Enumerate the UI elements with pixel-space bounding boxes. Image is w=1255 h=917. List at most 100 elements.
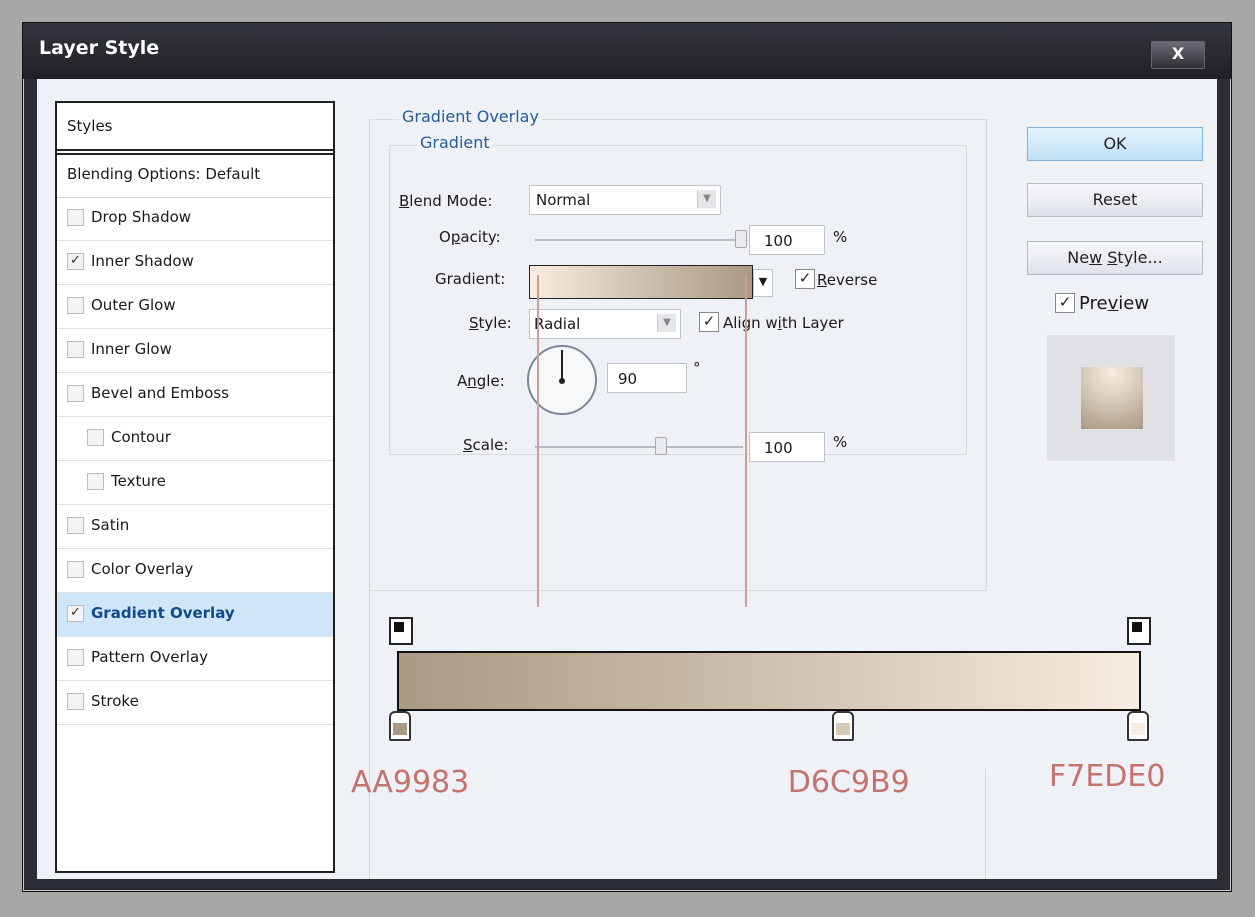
- opacity-slider[interactable]: [535, 239, 743, 241]
- style-item-texture[interactable]: Texture: [57, 461, 333, 505]
- style-item-checkbox[interactable]: [67, 561, 84, 578]
- blending-options-item[interactable]: Blending Options: Default: [57, 153, 333, 198]
- style-item-checkbox[interactable]: [67, 693, 84, 710]
- preview-label: Preview: [1079, 293, 1150, 314]
- color-stop[interactable]: [389, 711, 411, 741]
- gradient-overlay-title: Gradient Overlay: [399, 107, 542, 126]
- reset-button[interactable]: Reset: [1027, 183, 1203, 217]
- color-stop-hex-label: F7EDE0: [1049, 759, 1166, 794]
- opacity-slider-thumb[interactable]: [735, 230, 747, 248]
- annotation-guide-left: [537, 275, 539, 607]
- preview-thumbnail: [1047, 335, 1175, 461]
- style-item-label: Color Overlay: [91, 560, 194, 578]
- style-item-checkbox[interactable]: ✓: [67, 253, 84, 270]
- style-item-label: Outer Glow: [91, 296, 176, 314]
- chevron-down-icon: ▼: [697, 190, 716, 208]
- style-item-label: Bevel and Emboss: [91, 384, 229, 402]
- style-item-checkbox[interactable]: [67, 341, 84, 358]
- style-item-label: Pattern Overlay: [91, 648, 209, 666]
- color-stop-swatch: [1131, 723, 1145, 735]
- style-item-checkbox[interactable]: [87, 429, 104, 446]
- style-label: Style:: [469, 314, 512, 332]
- style-item-checkbox[interactable]: [87, 473, 104, 490]
- opacity-stop-left[interactable]: [389, 617, 413, 645]
- title-bar[interactable]: Layer Style X: [23, 23, 1231, 79]
- opacity-stop-fill: [1132, 622, 1142, 632]
- dialog-body: Styles Blending Options: Default Drop Sh…: [37, 79, 1217, 879]
- opacity-stop-fill: [394, 622, 404, 632]
- align-with-layer-checkbox[interactable]: ✓: [699, 312, 719, 332]
- color-stop-swatch: [393, 723, 407, 735]
- dialog-title: Layer Style: [39, 37, 160, 59]
- styles-header[interactable]: Styles: [57, 103, 333, 151]
- color-stop[interactable]: [831, 711, 854, 741]
- annotation-guide-right: [745, 275, 747, 607]
- opacity-input[interactable]: 100: [749, 225, 825, 255]
- angle-input[interactable]: 90: [607, 363, 687, 393]
- opacity-stop-right[interactable]: [1127, 617, 1151, 645]
- ok-button[interactable]: OK: [1027, 127, 1203, 161]
- color-stop-hex-label: AA9983: [351, 765, 470, 800]
- style-item-label: Drop Shadow: [91, 208, 192, 226]
- style-select[interactable]: Radial ▼: [529, 309, 681, 339]
- style-item-outer-glow[interactable]: Outer Glow: [57, 285, 333, 329]
- gradient-dropdown-button[interactable]: ▼: [753, 269, 773, 297]
- scale-label: Scale:: [463, 436, 509, 454]
- style-item-checkbox[interactable]: [67, 649, 84, 666]
- style-item-bevel-and-emboss[interactable]: Bevel and Emboss: [57, 373, 333, 417]
- angle-unit: °: [693, 359, 701, 377]
- style-item-inner-shadow[interactable]: ✓ Inner Shadow: [57, 241, 333, 285]
- style-item-label: Inner Glow: [91, 340, 172, 358]
- style-item-color-overlay[interactable]: Color Overlay: [57, 549, 333, 593]
- preview-swatch: [1081, 367, 1143, 429]
- close-button[interactable]: X: [1151, 41, 1205, 69]
- color-stop-swatch: [835, 723, 850, 735]
- style-item-satin[interactable]: Satin: [57, 505, 333, 549]
- blending-options-label: Blending Options: Default: [67, 165, 261, 183]
- style-item-gradient-overlay[interactable]: ✓ Gradient Overlay: [57, 593, 333, 637]
- reverse-checkbox[interactable]: ✓: [795, 269, 815, 289]
- style-item-checkbox[interactable]: [67, 517, 84, 534]
- style-item-label: Gradient Overlay: [91, 604, 235, 622]
- style-item-label: Texture: [111, 472, 166, 490]
- blend-mode-value: Normal: [536, 191, 591, 209]
- scale-slider-thumb[interactable]: [654, 437, 667, 455]
- color-stop[interactable]: [1127, 711, 1149, 741]
- opacity-value: 100: [764, 232, 793, 250]
- style-item-checkbox[interactable]: ✓: [67, 605, 84, 622]
- style-item-checkbox[interactable]: [67, 297, 84, 314]
- style-item-inner-glow[interactable]: Inner Glow: [57, 329, 333, 373]
- preview-checkbox[interactable]: ✓: [1055, 293, 1075, 313]
- gradient-picker[interactable]: [529, 265, 753, 299]
- scale-input[interactable]: 100: [749, 432, 825, 462]
- opacity-label: Opacity:: [439, 228, 501, 246]
- blend-mode-select[interactable]: Normal ▼: [529, 185, 721, 215]
- angle-dial-needle: [561, 350, 563, 380]
- style-item-label: Satin: [91, 516, 130, 534]
- style-item-contour[interactable]: Contour: [57, 417, 333, 461]
- angle-label: Angle:: [457, 372, 505, 390]
- gradient-bar[interactable]: [397, 651, 1141, 711]
- style-item-checkbox[interactable]: [67, 209, 84, 226]
- scale-value: 100: [764, 439, 793, 457]
- angle-value: 90: [618, 370, 638, 388]
- align-with-layer-label: Align with Layer: [723, 314, 844, 332]
- scale-unit: %: [833, 433, 848, 451]
- new-style-button[interactable]: New Style...: [1027, 241, 1203, 275]
- styles-header-label: Styles: [67, 117, 113, 135]
- opacity-unit: %: [833, 228, 848, 246]
- style-item-label: Inner Shadow: [91, 252, 194, 270]
- gradient-label: Gradient:: [435, 270, 506, 288]
- color-stop-hex-label: D6C9B9: [787, 765, 910, 800]
- reverse-label: Reverse: [817, 271, 878, 289]
- style-item-stroke[interactable]: Stroke: [57, 681, 333, 725]
- chevron-down-icon: ▼: [657, 314, 676, 332]
- lower-divider-right: [985, 769, 986, 879]
- style-item-drop-shadow[interactable]: Drop Shadow: [57, 197, 333, 241]
- gradient-subtitle: Gradient: [417, 133, 493, 152]
- style-item-checkbox[interactable]: [67, 385, 84, 402]
- style-item-pattern-overlay[interactable]: Pattern Overlay: [57, 637, 333, 681]
- styles-list: Styles Blending Options: Default Drop Sh…: [55, 101, 335, 873]
- scale-slider[interactable]: [535, 446, 743, 448]
- style-value: Radial: [534, 315, 581, 333]
